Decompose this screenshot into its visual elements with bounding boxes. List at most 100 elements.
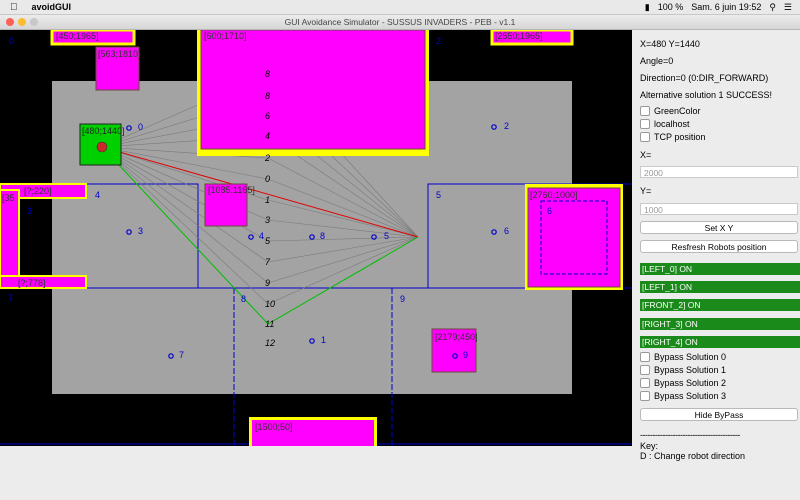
zone-label: 1 (321, 335, 327, 345)
checkbox-label: localhost (654, 119, 690, 129)
checkbox-box[interactable] (640, 132, 650, 142)
checkbox-box[interactable] (640, 119, 650, 129)
angle-readout: Angle=0 (640, 56, 674, 66)
apple-menu-icon[interactable]:  (10, 2, 18, 13)
probe-label: 4 (265, 131, 271, 141)
checkbox-box[interactable] (640, 365, 650, 375)
direction-readout: Direction=0 (0:DIR_FORWARD) (640, 73, 769, 83)
search-icon[interactable]: ⚲ (769, 2, 776, 13)
zone-label: 2 (504, 121, 510, 131)
zone-label: 4 (95, 190, 101, 200)
robot-marker[interactable] (96, 141, 108, 153)
x-label: X= (640, 150, 652, 160)
minimize-window-button[interactable] (18, 18, 26, 26)
probe-label: 10 (265, 299, 276, 309)
obstacle-label: [563;1810] (98, 49, 141, 59)
y-label: Y= (640, 186, 652, 196)
bypass-2-checkbox[interactable]: Bypass Solution 2 (640, 378, 726, 388)
zone-label: 7 (179, 350, 185, 360)
checkbox-label: Bypass Solution 0 (654, 352, 727, 362)
obstacle-label: [1500;50] (255, 422, 293, 432)
probe-label: 7 (265, 257, 271, 267)
obstacle-label: [?;220] (24, 186, 52, 196)
zone-label: 5 (436, 190, 442, 200)
obstacle-label: [1085;1165] (208, 185, 255, 195)
window-title: GUI Avoidance Simulator - SUSSUS INVADER… (284, 17, 516, 27)
zone-label: 8 (241, 294, 247, 304)
zone-label: 2 (436, 36, 442, 46)
obstacle-label: [2550;1965] (495, 31, 543, 41)
probe-label: 0 (265, 174, 271, 184)
app-menu[interactable]: avoidGUI (32, 2, 72, 12)
checkbox-label: Bypass Solution 3 (654, 391, 727, 401)
probe-label: 6 (265, 111, 271, 121)
zone-label: 0 (9, 36, 15, 46)
checkbox-label: GreenColor (654, 106, 701, 116)
bypass-1-checkbox[interactable]: Bypass Solution 1 (640, 365, 726, 375)
close-window-button[interactable] (6, 18, 14, 26)
solution-status: Alternative solution 1 SUCCESS! (640, 90, 773, 100)
localhost-checkbox[interactable]: localhost (640, 119, 690, 129)
sensor-right-4: [RIGHT_4] ON (640, 336, 800, 348)
hide-bypass-button[interactable]: Hide ByPass (640, 408, 798, 421)
probe-label: 2 (265, 153, 271, 163)
canvas-footer (0, 446, 632, 500)
bypass-3-checkbox[interactable]: Bypass Solution 3 (640, 391, 726, 401)
zone-label: 3 (138, 226, 144, 236)
battery-icon[interactable]: ▮ (645, 2, 650, 13)
probe-label: 1 (265, 195, 271, 205)
x-input[interactable]: 2000 (640, 166, 798, 178)
control-panel: X=480 Y=1440 Angle=0 Direction=0 (0:DIR_… (632, 30, 800, 500)
obstacle-label: [2179;450] (435, 332, 478, 342)
field-drawing (0, 30, 632, 446)
menu-list-icon[interactable]: ☰ (784, 2, 792, 13)
zone-label: 9 (400, 294, 406, 304)
zone-label: 8 (320, 231, 326, 241)
zone-label: 0 (138, 122, 144, 132)
zone-label: 5 (384, 231, 390, 241)
tcp-position-checkbox[interactable]: TCP position (640, 132, 705, 142)
zone-label: 3 (27, 206, 33, 216)
sensor-left-0: [LEFT_0] ON (640, 263, 800, 275)
zone-label: 4 (259, 231, 265, 241)
window-titlebar: GUI Avoidance Simulator - SUSSUS INVADER… (0, 15, 800, 30)
y-input[interactable]: 1000 (640, 203, 798, 215)
probe-label: 11 (265, 319, 275, 329)
zoom-window-button[interactable] (30, 18, 38, 26)
sensor-left-1: [LEFT_1] ON (640, 281, 800, 293)
refresh-robots-button[interactable]: Resfresh Robots position (640, 240, 798, 253)
probe-label: 12 (265, 338, 276, 348)
checkbox-box[interactable] (640, 378, 650, 388)
checkbox-box[interactable] (640, 391, 650, 401)
sensor-right-3: [RIGHT_3] ON (640, 318, 800, 330)
checkbox-box[interactable] (640, 352, 650, 362)
probe-label: 8 (265, 69, 271, 79)
clock[interactable]: Sam. 6 juin 19:52 (691, 2, 761, 12)
obstacle-label: [2760;1000] (530, 190, 578, 200)
greencolor-checkbox[interactable]: GreenColor (640, 106, 701, 116)
probe-label: 9 (265, 278, 271, 288)
obstacle-label: [450;1965] (56, 31, 99, 41)
simulation-canvas[interactable]: [450;1965] [563;1810] [600;1710] [2550;1… (0, 30, 632, 446)
key-title: Key: (640, 441, 659, 451)
status-area: ▮ 100 % Sam. 6 juin 19:52 ⚲ ☰ (645, 0, 792, 14)
menu-bar:  avoidGUI ▮ 100 % Sam. 6 juin 19:52 ⚲ ☰ (0, 0, 800, 15)
obstacle-label: [?;778] (18, 278, 46, 288)
battery-level: 100 % (657, 2, 684, 12)
probe-label: 3 (265, 215, 271, 225)
zone-label: 9 (463, 350, 469, 360)
key-help: D : Change robot direction (640, 451, 746, 461)
separator: ---------------------------------------- (640, 430, 740, 440)
checkbox-label: Bypass Solution 2 (654, 378, 727, 388)
obstacle-label: [600;1710] (204, 31, 247, 41)
probe-label: 5 (265, 236, 271, 246)
position-readout: X=480 Y=1440 (640, 39, 700, 49)
bypass-0-checkbox[interactable]: Bypass Solution 0 (640, 352, 726, 362)
zone-label: 6 (547, 206, 553, 216)
checkbox-box[interactable] (640, 106, 650, 116)
zone-label: 6 (504, 226, 510, 236)
robot-label: [480;1440] (82, 126, 125, 136)
checkbox-label: TCP position (654, 132, 706, 142)
probe-label: 8 (265, 91, 271, 101)
set-xy-button[interactable]: Set X Y (640, 221, 798, 234)
